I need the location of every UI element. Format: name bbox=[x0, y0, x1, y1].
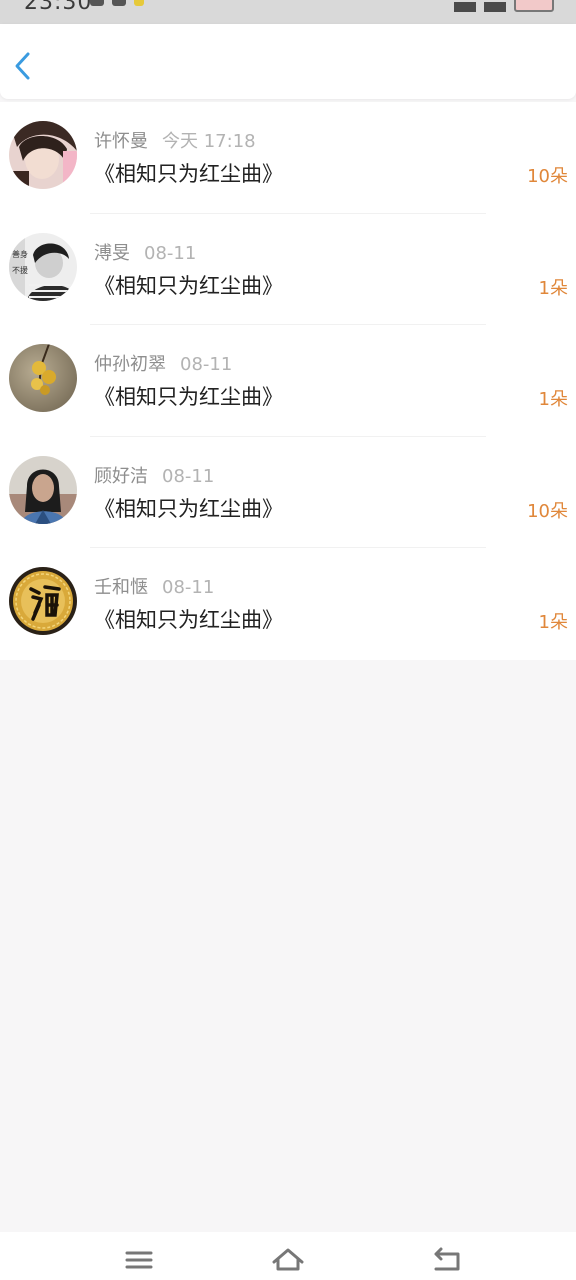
avatar[interactable] bbox=[9, 567, 77, 635]
avatar[interactable]: 善身 不援 bbox=[9, 232, 77, 301]
bulb-icon bbox=[134, 0, 144, 6]
menu-icon bbox=[125, 1251, 153, 1269]
svg-text:善身: 善身 bbox=[12, 249, 28, 259]
sender-name: 仲孙初翠 bbox=[94, 354, 166, 375]
home-button[interactable] bbox=[268, 1240, 308, 1274]
gift-date: 08-11 bbox=[144, 242, 197, 264]
list-item[interactable]: 壬和惬 08-11 《相知只为红尘曲》 1朵 bbox=[0, 548, 576, 660]
song-title: 《相知只为红尘曲》 bbox=[94, 496, 283, 521]
notification-icon bbox=[90, 0, 104, 6]
flower-count: 10朵 bbox=[527, 500, 568, 522]
home-icon bbox=[272, 1248, 304, 1271]
avatar[interactable] bbox=[9, 455, 77, 524]
system-back-button[interactable] bbox=[426, 1240, 466, 1274]
song-title: 《相知只为红尘曲》 bbox=[94, 162, 283, 186]
system-nav-bar bbox=[0, 1232, 576, 1280]
flower-count: 1朵 bbox=[538, 612, 568, 633]
menu-button[interactable] bbox=[119, 1240, 159, 1274]
app-icon bbox=[112, 0, 126, 6]
song-title: 《相知只为红尘曲》 bbox=[94, 385, 283, 409]
gift-date: 08-11 bbox=[162, 577, 215, 598]
signal-icon bbox=[454, 2, 476, 12]
sender-name: 壬和惬 bbox=[94, 577, 148, 598]
song-title: 《相知只为红尘曲》 bbox=[94, 273, 283, 298]
gift-date: 今天 17:18 bbox=[162, 131, 256, 152]
status-bar: 23:30 bbox=[0, 0, 576, 24]
system-icons bbox=[454, 0, 554, 12]
signal-icon-2 bbox=[484, 2, 506, 12]
svg-text:不援: 不援 bbox=[12, 265, 28, 275]
chevron-left-icon bbox=[15, 52, 30, 80]
sender-name: 溥旻 bbox=[94, 242, 130, 264]
avatar[interactable] bbox=[9, 121, 77, 189]
gift-list-screen: 23:30 许怀曼 今天 17:18 《相知只为红尘曲》 10朵 善身 不援 溥… bbox=[0, 0, 576, 1280]
notification-icons bbox=[90, 0, 144, 6]
avatar[interactable] bbox=[9, 344, 77, 412]
song-title: 《相知只为红尘曲》 bbox=[94, 608, 283, 632]
list-item[interactable]: 善身 不援 溥旻 08-11 《相知只为红尘曲》 1朵 bbox=[0, 214, 576, 325]
sender-name: 许怀曼 bbox=[94, 131, 148, 152]
gift-list: 许怀曼 今天 17:18 《相知只为红尘曲》 10朵 善身 不援 溥旻 08-1… bbox=[0, 102, 576, 660]
battery-icon bbox=[514, 0, 554, 12]
list-item[interactable]: 仲孙初翠 08-11 《相知只为红尘曲》 1朵 bbox=[0, 325, 576, 437]
gift-date: 08-11 bbox=[180, 354, 233, 375]
flower-count: 1朵 bbox=[538, 277, 568, 299]
list-item[interactable]: 许怀曼 今天 17:18 《相知只为红尘曲》 10朵 bbox=[0, 102, 576, 214]
back-button[interactable] bbox=[8, 48, 38, 84]
flower-count: 10朵 bbox=[527, 166, 568, 187]
back-arrow-icon bbox=[434, 1247, 460, 1271]
flower-count: 1朵 bbox=[538, 389, 568, 410]
header-bar bbox=[0, 24, 576, 99]
status-time: 23:30 bbox=[24, 0, 93, 15]
list-item[interactable]: 顾好洁 08-11 《相知只为红尘曲》 10朵 bbox=[0, 437, 576, 548]
gift-date: 08-11 bbox=[162, 465, 215, 487]
sender-name: 顾好洁 bbox=[94, 465, 148, 487]
